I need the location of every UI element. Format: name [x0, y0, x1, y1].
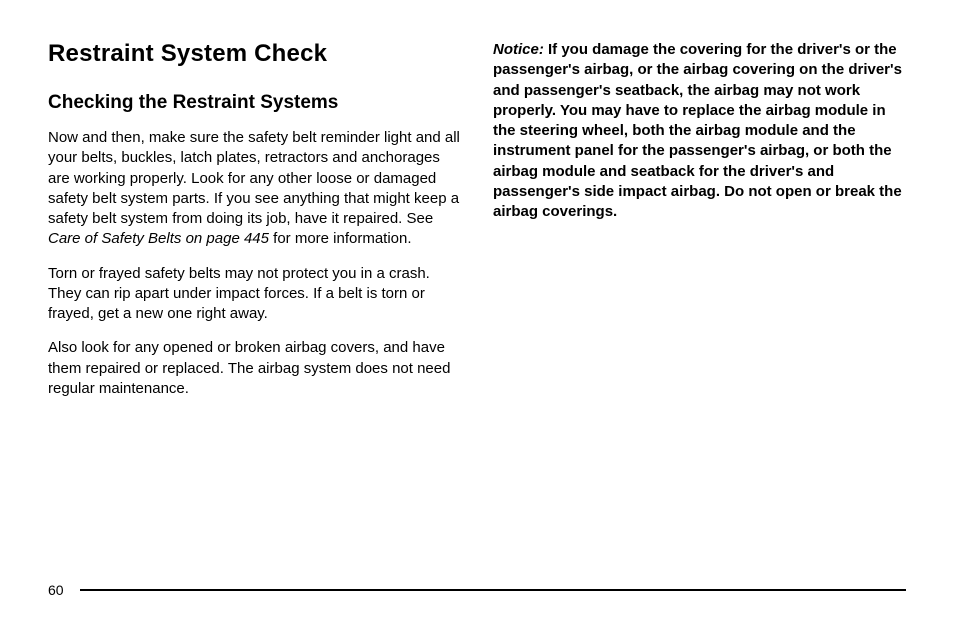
- paragraph-torn-belts: Torn or frayed safety belts may not prot…: [48, 264, 461, 325]
- page-content: Restraint System Check Checking the Rest…: [48, 40, 906, 413]
- reference-care-of-safety-belts: Care of Safety Belts on page 445: [48, 230, 269, 247]
- paragraph-intro-text-2: for more information.: [269, 230, 412, 247]
- paragraph-airbag-covers: Also look for any opened or broken airba…: [48, 338, 461, 399]
- notice-label: Notice:: [493, 41, 544, 58]
- paragraph-intro-text-1: Now and then, make sure the safety belt …: [48, 129, 460, 227]
- notice-text: If you damage the covering for the drive…: [493, 41, 902, 220]
- heading-checking-restraint-systems: Checking the Restraint Systems: [48, 92, 461, 114]
- footer-divider: [80, 589, 906, 591]
- page-footer: 60: [48, 582, 906, 598]
- page-number: 60: [48, 582, 64, 598]
- paragraph-intro: Now and then, make sure the safety belt …: [48, 128, 461, 250]
- right-column: Notice: If you damage the covering for t…: [493, 40, 906, 413]
- left-column: Restraint System Check Checking the Rest…: [48, 40, 461, 413]
- heading-restraint-system-check: Restraint System Check: [48, 40, 461, 68]
- notice-paragraph: Notice: If you damage the covering for t…: [493, 40, 906, 222]
